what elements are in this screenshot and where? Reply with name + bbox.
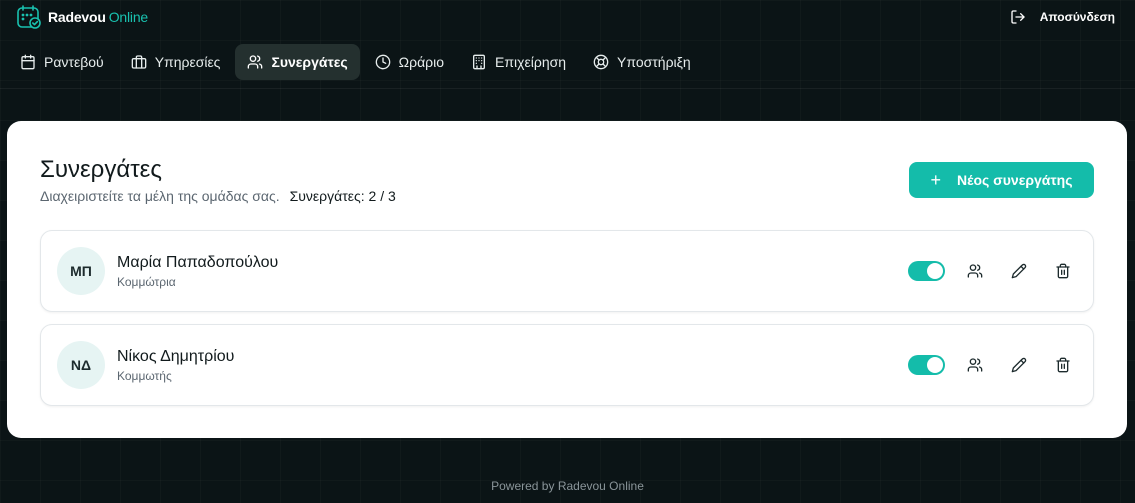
logout-icon [1011,10,1025,24]
nav-item-partners[interactable]: Συνεργάτες [235,44,360,80]
new-partner-label: Νέος συνεργάτης [957,172,1073,188]
nav-label: Ωράριο [398,54,445,70]
brand-logo[interactable]: Radevou Online [16,3,148,31]
nav-item-services[interactable]: Υπηρεσίες [119,44,233,80]
trash-icon [1056,357,1070,373]
toggle-knob [927,357,943,373]
footer-text: Powered by Radevou Online [491,479,644,493]
partner-row: ΜΠ Μαρία Παπαδοπούλου Κομμώτρια [40,230,1094,312]
edit-button[interactable] [1005,351,1033,379]
nav-item-appointments[interactable]: Ραντεβού [8,44,116,80]
delete-button[interactable] [1049,351,1077,379]
partner-row: ΝΔ Νίκος Δημητρίου Κομμωτής [40,324,1094,406]
assign-users-button[interactable] [961,257,989,285]
trash-icon [1056,263,1070,279]
partner-role: Κομμώτρια [117,275,176,289]
lifebuoy-icon [593,54,609,70]
active-toggle[interactable] [908,355,945,375]
nav-label: Επιχείρηση [495,54,567,70]
users-icon [248,55,263,69]
pencil-icon [1011,357,1027,373]
brand-accent: Online [108,9,149,25]
edit-button[interactable] [1005,257,1033,285]
users-icon [967,358,983,372]
brand-name: Radevou Online [48,9,149,25]
partners-count: Συνεργάτες: 2 / 3 [289,188,396,204]
assign-users-button[interactable] [961,351,989,379]
active-toggle[interactable] [908,261,945,281]
avatar: ΝΔ [57,341,105,389]
partner-actions [908,257,1077,285]
clock-icon [375,54,390,70]
plus-icon: + [930,170,942,190]
nav-item-support[interactable]: Υποστήριξη [581,44,703,80]
nav-label: Υπηρεσίες [154,54,221,70]
partner-name: Νίκος Δημητρίου [117,348,235,365]
nav-item-schedule[interactable]: Ωράριο [363,44,456,80]
delete-button[interactable] [1049,257,1077,285]
page-title: Συνεργάτες [40,156,162,183]
building-icon [473,54,486,70]
calendar-icon [21,54,35,70]
top-bar: Radevou Online Αποσύνδεση [0,0,1135,36]
nav-item-business[interactable]: Επιχείρηση [459,44,578,80]
calendar-check-icon [17,5,41,29]
users-icon [967,264,983,278]
subtitle-text: Διαχειριστείτε τα μέλη της ομάδας σας. [40,188,280,204]
header-divider [0,88,1135,89]
page-subtitle: Διαχειριστείτε τα μέλη της ομάδας σας. Σ… [40,188,396,204]
logout-label: Αποσύνδεση [1039,10,1115,24]
logout-button[interactable]: Αποσύνδεση [1010,7,1115,27]
avatar: ΜΠ [57,247,105,295]
pencil-icon [1011,263,1027,279]
main-nav: Ραντεβού Υπηρεσίες Συνεργάτες Ωράριο Επι… [8,44,706,80]
partners-card: Συνεργάτες Διαχειριστείτε τα μέλη της ομ… [7,121,1127,438]
partner-actions [908,351,1077,379]
nav-label: Συνεργάτες [271,54,348,70]
partner-role: Κομμωτής [117,369,172,383]
nav-label: Υποστήριξη [617,54,691,70]
partner-name: Μαρία Παπαδοπούλου [117,254,279,271]
briefcase-icon [131,55,147,69]
new-partner-button[interactable]: + Νέος συνεργάτης [909,162,1094,198]
toggle-knob [927,263,943,279]
nav-label: Ραντεβού [44,54,104,70]
